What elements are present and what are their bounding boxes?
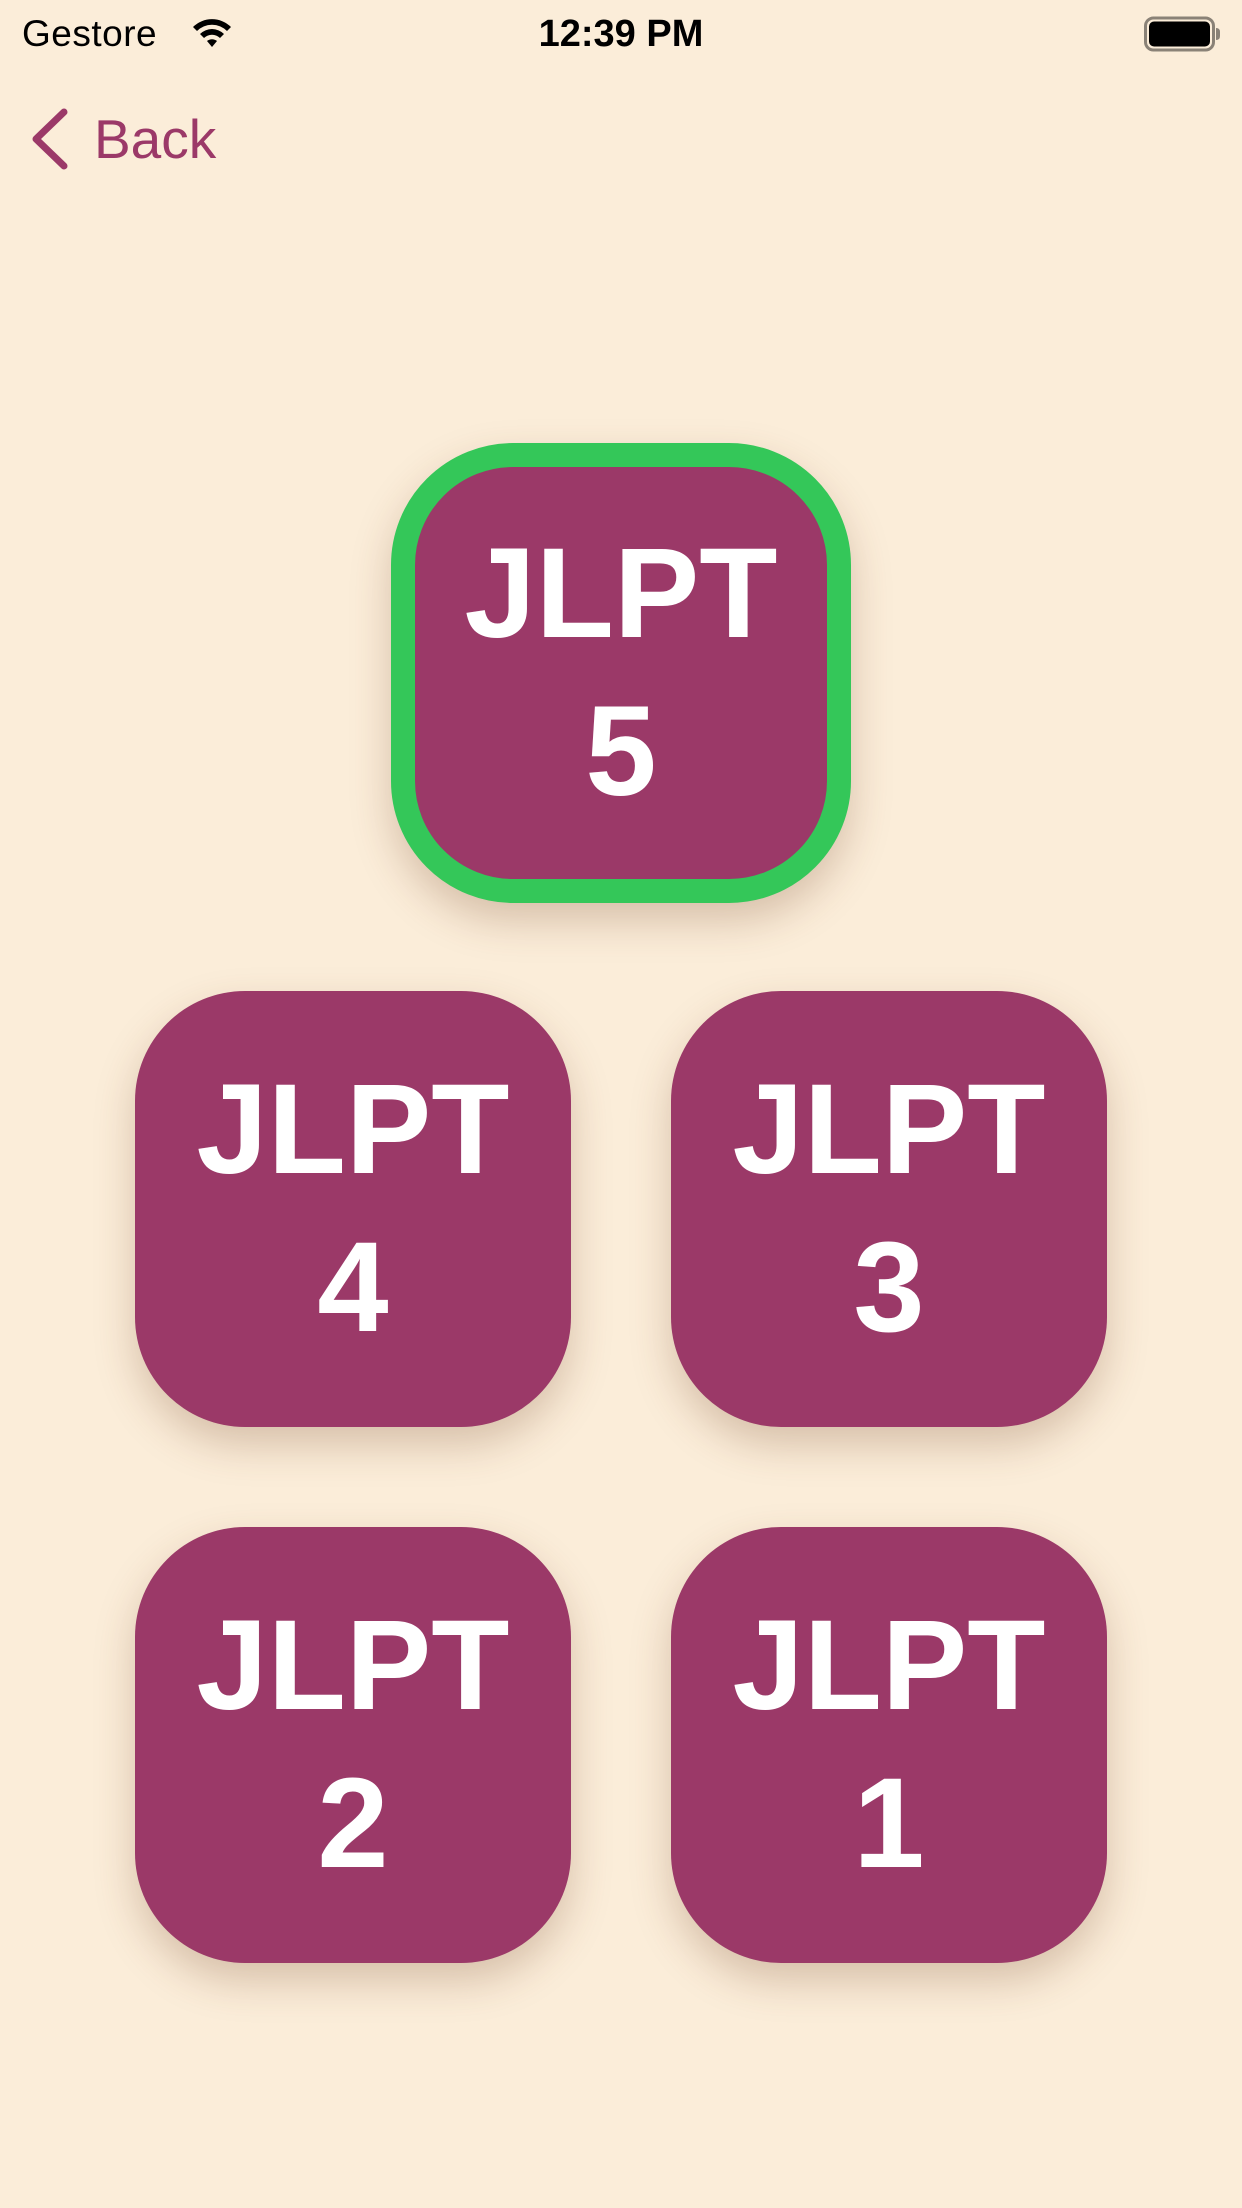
jlpt-5-button[interactable]: JLPT 5 (391, 443, 851, 903)
back-button[interactable]: Back (28, 104, 216, 174)
jlpt-4-button[interactable]: JLPT 4 (135, 991, 571, 1427)
battery-icon (1144, 16, 1220, 52)
tile-title: JLPT (464, 522, 778, 665)
tile-level-number: 4 (317, 1216, 389, 1359)
chevron-left-icon (32, 108, 68, 170)
tile-level-number: 2 (317, 1752, 389, 1895)
tile-title: JLPT (732, 1058, 1046, 1201)
tile-level-number: 5 (585, 680, 657, 823)
tile-level-number: 3 (853, 1216, 925, 1359)
back-label: Back (94, 108, 217, 170)
jlpt-2-button[interactable]: JLPT 2 (135, 1527, 571, 1963)
status-bar: Gestore 12:39 PM (0, 0, 1242, 66)
jlpt-3-button[interactable]: JLPT 3 (671, 991, 1107, 1427)
tile-level-number: 1 (853, 1752, 925, 1895)
tile-title: JLPT (196, 1594, 510, 1737)
status-time: 12:39 PM (538, 13, 704, 55)
tile-title: JLPT (196, 1058, 510, 1201)
jlpt-1-button[interactable]: JLPT 1 (671, 1527, 1107, 1963)
tile-title: JLPT (732, 1594, 1046, 1737)
